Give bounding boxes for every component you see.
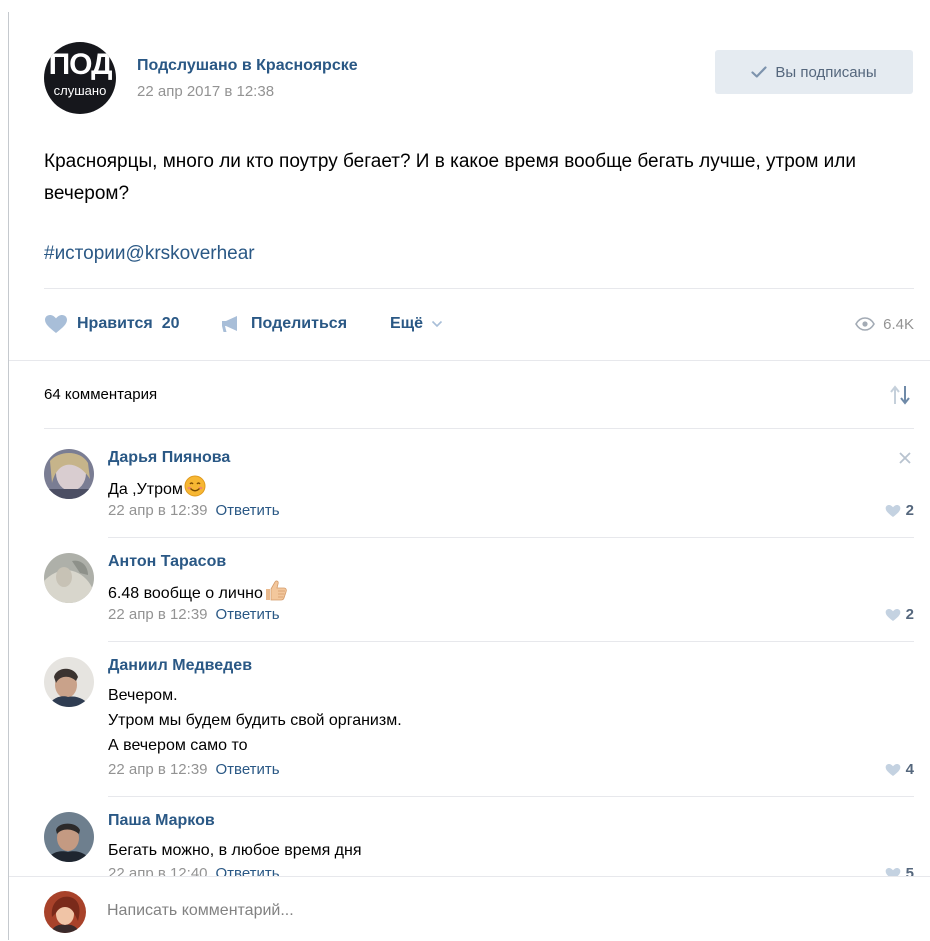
comment-text: Вечером. Утром мы будем будить свой орга… [108,683,402,758]
comment-author-link[interactable]: Паша Марков [108,812,215,830]
avatar-photo [44,553,94,603]
comments-list-divider [44,428,914,429]
group-avatar-top-text: ПОД [48,48,113,81]
comment-item: Паша Марков Бегать можно, в любое время … [44,812,914,876]
comment-like-count: 2 [905,502,914,519]
comment-input[interactable] [101,891,893,931]
feed-viewport: ПОД слушано Подслушано в Красноярске 22 … [0,0,930,876]
post-text: Красноярцы, много ли кто поутру бегает? … [44,151,856,204]
group-avatar-bottom-text: слушано [53,83,107,98]
comment-divider [108,641,914,642]
thumbs-up-emoji [265,580,287,601]
comment-meta: 22 апр в 12:40 Ответить [108,865,280,876]
more-button[interactable]: Ещё [390,308,443,340]
avatar-photo [44,812,94,862]
heart-icon [45,315,67,333]
comment-text: 6.48 вообще о лично [108,579,288,606]
comment-like-button[interactable]: 4 [885,761,914,778]
comment-date[interactable]: 22 апр в 12:39 [108,761,208,778]
share-label: Поделиться [251,315,348,332]
comment-text-line: Утром мы будем будить свой организм. [108,712,402,729]
reply-button[interactable]: Ответить [216,502,280,519]
views-count: 6.4K [883,315,914,333]
comment-text-content: 6.48 вообще о лично [108,585,263,602]
comment-like-count: 2 [905,606,914,623]
reply-button[interactable]: Ответить [216,865,280,876]
eye-icon [855,317,876,331]
comment-text-line: Вечером. [108,687,178,704]
comment-text-line: А вечером само то [108,737,248,754]
reply-button[interactable]: Ответить [216,761,280,778]
post-date[interactable]: 22 апр 2017 в 12:38 [137,83,274,100]
comment-divider [108,796,914,797]
subscribed-button[interactable]: Вы подписаны [715,50,913,94]
comment-like-button[interactable]: 2 [885,502,914,519]
post-header: ПОД слушано Подслушано в Красноярске 22 … [44,42,914,118]
like-button[interactable]: Нравится 20 [44,308,180,340]
comment-item: Дарья Пиянова Да ,Утром 22 апр в 12:39 От… [44,449,914,529]
comment-item: Антон Тарасов 6.48 вообще о лично 22 апр… [44,553,914,633]
comment-composer [9,876,930,941]
comment-like-count: 5 [905,865,914,876]
heart-icon [885,763,900,776]
comments-top-divider [9,360,930,361]
share-button[interactable]: Поделиться [220,308,347,340]
more-label: Ещё [390,315,424,332]
group-avatar[interactable]: ПОД слушано [44,42,116,114]
comment-author-avatar[interactable] [44,657,94,707]
heart-icon [885,504,900,517]
subscribed-label: Вы подписаны [775,63,877,81]
avatar-photo [44,891,86,933]
post-actions-divider [44,288,914,289]
comment-like-button[interactable]: 5 [885,865,914,876]
comment-like-count: 4 [905,761,914,778]
comment-text-content: Да ,Утром [108,481,183,498]
comment-meta: 22 апр в 12:39 Ответить [108,502,280,519]
comment-date[interactable]: 22 апр в 12:40 [108,865,208,876]
comment-text: Бегать можно, в любое время дня [108,842,362,859]
comment-author-avatar[interactable] [44,449,94,499]
comment-author-avatar[interactable] [44,553,94,603]
group-name-link[interactable]: Подслушано в Красноярске [137,57,358,75]
comment-meta: 22 апр в 12:39 Ответить [108,761,280,778]
avatar-photo [44,657,94,707]
avatar-photo [44,449,94,499]
comment-date[interactable]: 22 апр в 12:39 [108,606,208,623]
views-counter: 6.4K [855,308,914,340]
comment-author-link[interactable]: Антон Тарасов [108,553,226,571]
like-count: 20 [161,315,180,332]
heart-icon [885,867,900,876]
comments-count: 64 комментария [44,386,158,403]
comment-author-avatar[interactable] [44,812,94,862]
post-hashtag-link[interactable]: #истории@krskoverhear [44,243,255,265]
comment-meta: 22 апр в 12:39 Ответить [108,606,280,623]
comment-item: Даниил Медведев Вечером. Утром мы будем … [44,657,914,787]
reply-button[interactable]: Ответить [216,606,280,623]
post-actions-bar: Нравится 20 Поделиться Ещё 6.4K [44,308,914,340]
current-user-avatar[interactable] [44,891,86,933]
comment-author-link[interactable]: Даниил Медведев [108,657,252,675]
close-icon[interactable] [898,451,912,465]
like-label: Нравится [77,315,153,332]
smiling-face-emoji [184,475,206,497]
comment-author-link[interactable]: Дарья Пиянова [108,449,230,467]
comment-text: Да ,Утром [108,475,206,502]
check-icon [751,66,767,78]
heart-icon [885,608,900,621]
comment-divider [108,537,914,538]
sort-arrows-icon[interactable] [886,384,914,406]
megaphone-icon [222,316,237,332]
comment-like-button[interactable]: 2 [885,606,914,623]
chevron-down-icon [432,320,443,328]
comment-date[interactable]: 22 апр в 12:39 [108,502,208,519]
